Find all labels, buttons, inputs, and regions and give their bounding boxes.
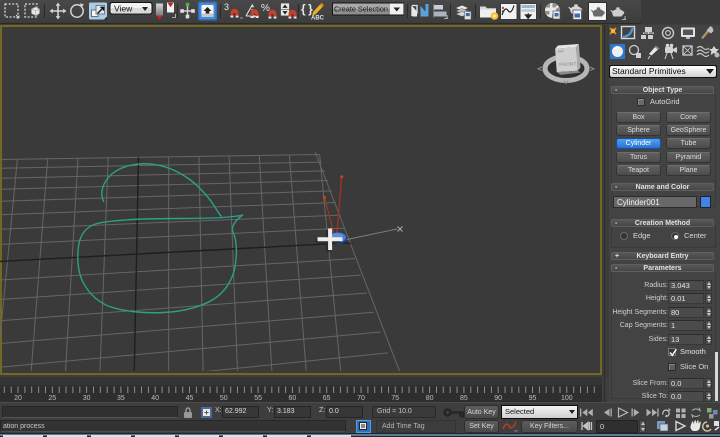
svg-text:%: % xyxy=(261,3,270,14)
svg-text:ABC: ABC xyxy=(311,16,325,22)
svg-text:FRONT: FRONT xyxy=(559,61,577,68)
svg-text:{ }: { } xyxy=(301,2,313,16)
svg-text:View: View xyxy=(114,3,133,13)
svg-text:Create Selection Se: Create Selection Se xyxy=(334,5,399,14)
svg-text:3: 3 xyxy=(224,2,229,12)
